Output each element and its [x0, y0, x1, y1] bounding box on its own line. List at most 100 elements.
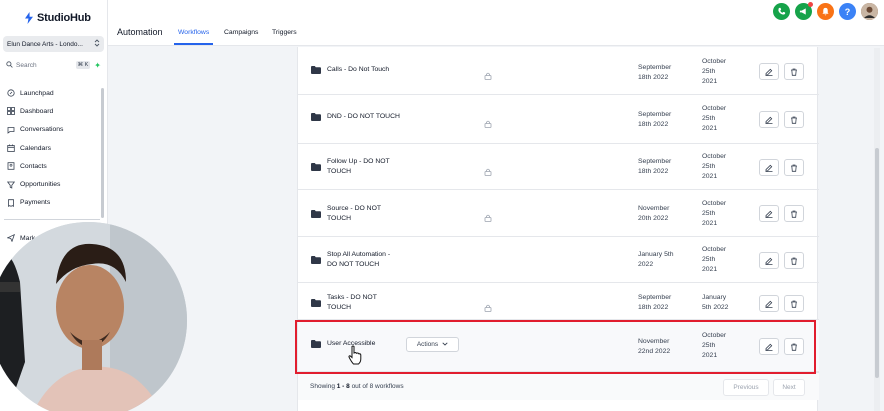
help-icon[interactable]: ? — [839, 3, 856, 20]
delete-button[interactable] — [784, 159, 804, 176]
folder-icon — [311, 163, 321, 171]
brand-name: StudioHub — [37, 12, 91, 24]
search-input[interactable]: Search ⌘ K ✦ — [3, 58, 104, 72]
showing-suffix: out of 8 workflows — [349, 383, 404, 390]
created-date-line: October — [702, 200, 727, 207]
workflow-name[interactable]: Calls - Do Not Touch — [327, 65, 389, 75]
table-row[interactable]: Tasks - DO NOT TOUCH September 18th 2022 J… — [298, 283, 819, 320]
workflow-name[interactable]: Stop All Automation - — [327, 250, 390, 260]
webcam-overlay — [0, 222, 187, 411]
brand-logo[interactable]: StudioHub — [24, 12, 91, 24]
tab-workflows[interactable]: Workflows — [178, 29, 209, 36]
edit-button[interactable] — [759, 205, 779, 222]
sidebar-item-conversations[interactable]: Conversations — [0, 121, 104, 139]
table-row[interactable]: Calls - Do Not Touch September 18th 2022 … — [298, 47, 819, 95]
tab-campaigns[interactable]: Campaigns — [224, 29, 258, 36]
created-date-line: 25th — [702, 163, 716, 170]
sidebar-item-opportunities[interactable]: Opportunities — [0, 175, 104, 193]
megaphone-icon[interactable] — [795, 2, 813, 20]
bell-icon[interactable] — [817, 3, 834, 20]
page-title: Automation — [117, 27, 163, 37]
created-date-line: 2021 — [702, 220, 718, 227]
updated-date-line: September — [638, 64, 672, 71]
delete-button[interactable] — [784, 252, 804, 269]
main-scrollbar[interactable] — [874, 48, 880, 411]
workflow-name[interactable]: DND - DO NOT TOUCH — [327, 112, 400, 122]
previous-button[interactable]: Previous — [723, 379, 769, 396]
delete-button[interactable] — [784, 295, 804, 312]
sidebar-item-launchpad[interactable]: Launchpad — [0, 84, 104, 102]
workflow-name[interactable]: Follow Up - DO NOT — [327, 157, 390, 167]
workflow-name[interactable]: TOUCH — [327, 214, 381, 224]
folder-icon — [311, 210, 321, 218]
delete-button[interactable] — [784, 205, 804, 222]
sidebar-item-contacts[interactable]: Contacts — [0, 157, 104, 175]
calendar-icon — [6, 144, 15, 153]
edit-icon — [765, 205, 773, 223]
sidebar-item-payments[interactable]: Payments — [0, 194, 104, 212]
created-date-line: 2021 — [702, 266, 718, 273]
workflow-name[interactable]: TOUCH — [327, 303, 377, 313]
created-date-line: October — [702, 58, 727, 65]
search-placeholder: Search — [16, 61, 37, 69]
created-date-line: 25th — [702, 115, 716, 122]
tab-triggers[interactable]: Triggers — [272, 29, 297, 36]
workflow-name[interactable]: TOUCH — [327, 167, 390, 177]
updated-date-line: 20th 2022 — [638, 215, 669, 222]
workflow-name[interactable]: Source - DO NOT — [327, 204, 381, 214]
edit-button[interactable] — [759, 111, 779, 128]
table-row[interactable]: Stop All Automation - DO NOT TOUCH Januar… — [298, 237, 819, 283]
lock-icon — [484, 299, 492, 312]
workflow-name[interactable]: DO NOT TOUCH — [327, 260, 390, 270]
sidebar-nav: Launchpad Dashboard Conversations Calend… — [0, 84, 104, 212]
edit-icon — [765, 111, 773, 129]
bolt-logo-icon — [24, 12, 34, 24]
contacts-icon — [6, 162, 15, 171]
lock-icon — [484, 209, 492, 222]
trash-icon — [790, 252, 798, 270]
sidebar-item-label: Dashboard — [20, 107, 54, 115]
workflow-name[interactable]: Tasks - DO NOT — [327, 293, 377, 303]
updated-date-line: September — [638, 158, 672, 165]
folder-icon — [311, 113, 321, 121]
delete-button[interactable] — [784, 63, 804, 80]
phone-icon[interactable] — [773, 3, 790, 20]
sidebar-item-label: Launchpad — [20, 89, 54, 97]
trash-icon — [790, 63, 798, 81]
trash-icon — [790, 159, 798, 177]
updated-date-line: 18th 2022 — [638, 168, 669, 175]
created-date-line: October — [702, 153, 727, 160]
lock-icon — [484, 163, 492, 176]
updated-date-line: November — [638, 205, 670, 212]
grid-icon — [6, 107, 15, 116]
table-row[interactable]: Follow Up - DO NOT TOUCH September 18th 20… — [298, 144, 819, 190]
account-switcher[interactable]: Elun Dance Arts - Londo... — [3, 36, 104, 52]
send-icon — [6, 234, 15, 243]
edit-icon — [765, 159, 773, 177]
annotation-highlight-box — [295, 320, 816, 374]
chevron-updown-icon — [94, 39, 100, 49]
sidebar-item-dashboard[interactable]: Dashboard — [0, 102, 104, 120]
sidebar-item-label: Contacts — [20, 162, 47, 170]
folder-icon — [311, 256, 321, 264]
edit-button[interactable] — [759, 252, 779, 269]
edit-icon — [765, 252, 773, 270]
edit-button[interactable] — [759, 295, 779, 312]
table-row[interactable]: DND - DO NOT TOUCH September 18th 2022 Oc… — [298, 95, 819, 144]
edit-button[interactable] — [759, 63, 779, 80]
edit-button[interactable] — [759, 159, 779, 176]
search-shortcut: ⌘ K — [75, 61, 91, 69]
table-row[interactable]: Source - DO NOT TOUCH November 20th 2022 O… — [298, 190, 819, 237]
created-date-line: January — [702, 294, 727, 301]
delete-button[interactable] — [784, 111, 804, 128]
updated-date-line: 18th 2022 — [638, 121, 669, 128]
scrollbar-thumb[interactable] — [875, 148, 879, 378]
trash-icon — [790, 205, 798, 223]
sparkle-icon[interactable]: ✦ — [94, 61, 101, 70]
user-avatar[interactable] — [861, 3, 878, 20]
updated-date-line: 18th 2022 — [638, 74, 669, 81]
hand-pointer-cursor — [348, 345, 362, 370]
next-button[interactable]: Next — [773, 379, 805, 396]
created-date-line: October — [702, 246, 727, 253]
sidebar-item-calendars[interactable]: Calendars — [0, 139, 104, 157]
